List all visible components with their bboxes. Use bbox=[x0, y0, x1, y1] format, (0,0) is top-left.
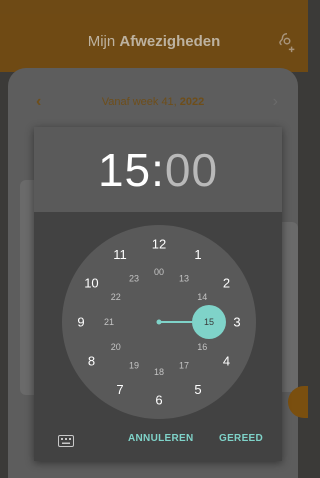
clock-hour-inner[interactable]: 17 bbox=[179, 360, 189, 370]
clock-hour-outer[interactable]: 3 bbox=[233, 315, 240, 330]
clock-hour-outer[interactable]: 1 bbox=[194, 247, 201, 262]
page-title: Mijn Afwezigheden bbox=[0, 33, 308, 50]
status-bar bbox=[0, 0, 308, 14]
clock-hour-inner[interactable]: 13 bbox=[179, 274, 189, 284]
clock-hour-inner[interactable]: 16 bbox=[197, 342, 207, 352]
clock-hour-outer[interactable]: 4 bbox=[223, 354, 230, 369]
chevron-left-icon[interactable]: ‹ bbox=[36, 92, 41, 112]
clock-hour-inner[interactable]: 23 bbox=[129, 274, 139, 284]
clock-hour-inner[interactable]: 22 bbox=[111, 292, 121, 302]
clock-hour-outer[interactable]: 11 bbox=[113, 247, 127, 262]
clock-hour-outer[interactable]: 2 bbox=[223, 276, 230, 291]
time-colon: : bbox=[151, 144, 165, 196]
clock-hour-outer[interactable]: 9 bbox=[77, 315, 84, 330]
clock-hour-inner[interactable]: 14 bbox=[197, 292, 207, 302]
clock-hour-outer[interactable]: 7 bbox=[116, 382, 123, 397]
app-header: Mijn Afwezigheden bbox=[0, 14, 308, 72]
clock-hour-inner[interactable]: 21 bbox=[104, 317, 114, 327]
clock-face[interactable]: 121234567891011001314151617181920212223 bbox=[62, 225, 256, 419]
clock-hour-inner[interactable]: 18 bbox=[154, 367, 164, 377]
title-bold: Afwezigheden bbox=[119, 33, 221, 50]
settings-gear-icon[interactable] bbox=[276, 31, 298, 53]
clock-hour-outer[interactable]: 12 bbox=[152, 237, 166, 252]
clock-center bbox=[156, 319, 162, 325]
clock-hour-inner[interactable]: 19 bbox=[129, 360, 139, 370]
time-display: 15:00 bbox=[34, 144, 282, 196]
time-picker-header: 15:00 bbox=[34, 127, 282, 212]
card-inner-right bbox=[282, 222, 298, 392]
week-label: Vanaf week 41, bbox=[101, 96, 177, 108]
week-year: 2022 bbox=[179, 96, 205, 108]
clock-hour-outer[interactable]: 5 bbox=[194, 382, 201, 397]
card-inner-left bbox=[20, 180, 34, 395]
dialog-actions: ANNULEREN GEREED bbox=[34, 431, 282, 455]
week-navigator: ‹ Vanaf week 41, 2022 › bbox=[8, 92, 298, 112]
clock-hour-inner[interactable]: 15 bbox=[204, 317, 214, 327]
clock-hour-outer[interactable]: 8 bbox=[88, 354, 95, 369]
clock-hour-inner[interactable]: 20 bbox=[111, 342, 121, 352]
title-prefix: Mijn bbox=[87, 33, 116, 50]
hours-display[interactable]: 15 bbox=[98, 144, 151, 196]
chevron-right-icon[interactable]: › bbox=[273, 92, 278, 112]
keyboard-icon[interactable] bbox=[58, 435, 74, 447]
minutes-display[interactable]: 00 bbox=[165, 144, 218, 196]
cancel-button[interactable]: ANNULEREN bbox=[128, 433, 193, 444]
clock-hour-inner[interactable]: 00 bbox=[154, 267, 164, 277]
time-picker-dialog: 15:00 12 1 2 3 4 5 6 7 8 9 10 11 00 13 14 15 16 17 18 19 20 2… bbox=[34, 127, 282, 461]
clock-hour-outer[interactable]: 6 bbox=[155, 393, 162, 408]
ok-button[interactable]: GEREED bbox=[219, 433, 263, 444]
clock-hour-outer[interactable]: 10 bbox=[84, 276, 98, 291]
